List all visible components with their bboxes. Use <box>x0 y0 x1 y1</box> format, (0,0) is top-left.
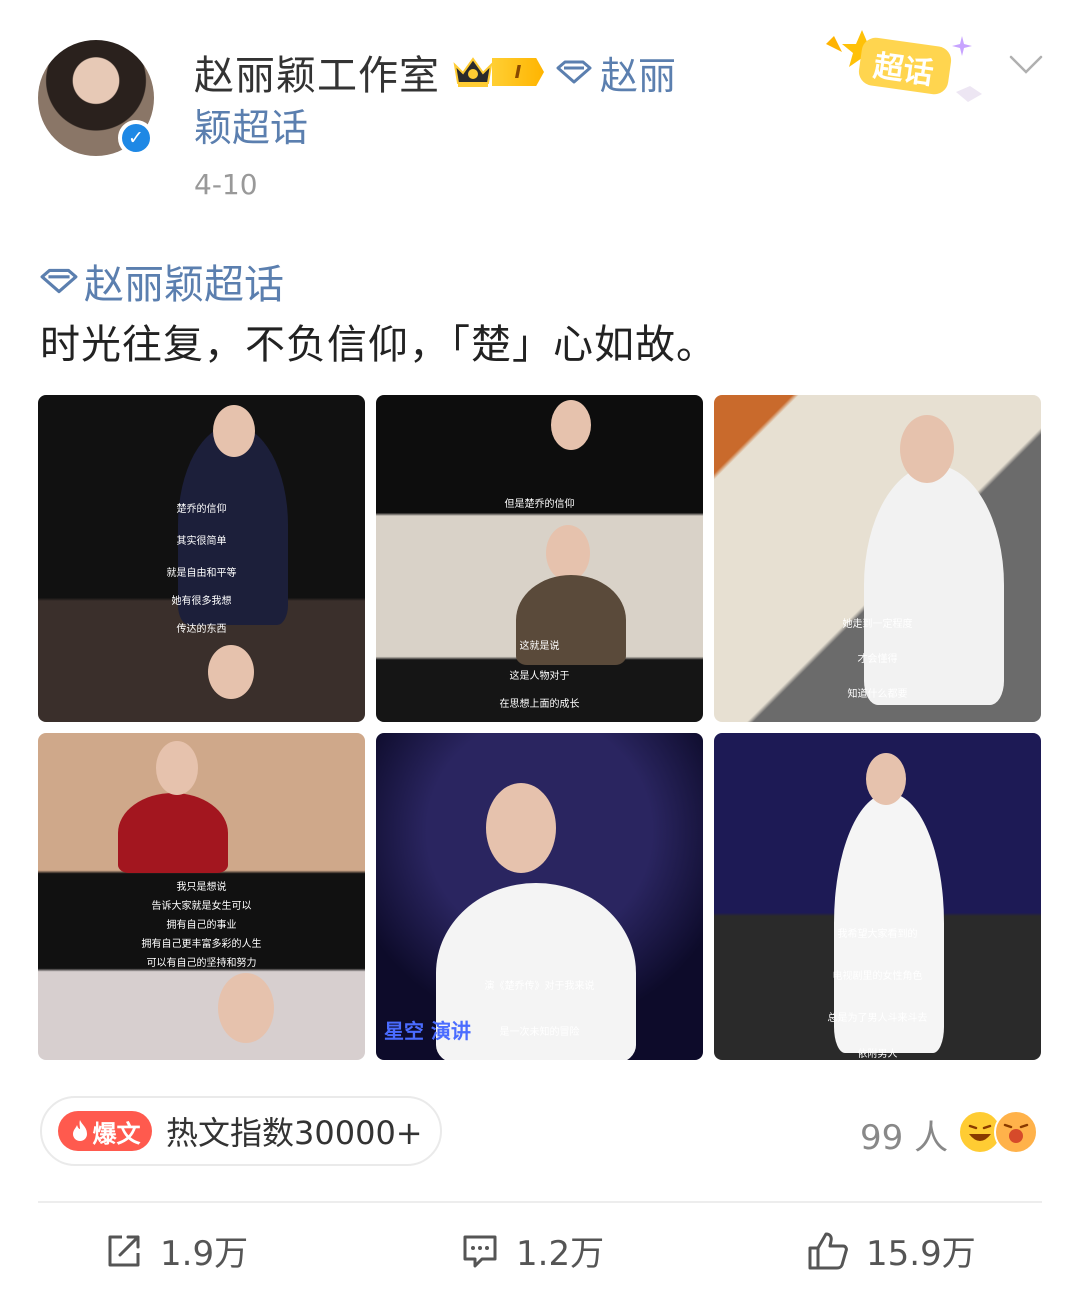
topic-tag-link[interactable]: 赵丽颖超话 <box>40 252 284 310</box>
post-image-3[interactable]: 她走到一定程度 才会懂得 知道什么都要 <box>714 395 1041 722</box>
subtitle-line: 才会懂得 <box>857 654 898 665</box>
subtitle-line: 拥有自己更丰富多彩的人生 <box>141 939 262 950</box>
supertopic-diamond-icon <box>40 268 78 294</box>
subtitle-line: 她走到一定程度 <box>842 619 913 630</box>
event-logo-text: 星空 演讲 <box>384 1019 471 1043</box>
supertopic-logo-icon[interactable]: 超话 <box>822 28 992 108</box>
forward-button[interactable]: 1.9万 <box>104 1226 248 1275</box>
subtitle-line: 在思想上面的成长 <box>499 699 580 710</box>
hot-badge-label: 爆文 <box>92 1119 141 1148</box>
subtitle-line: 电视剧里的女性角色 <box>832 971 923 982</box>
level-badge: I <box>492 58 544 86</box>
image-grid: 楚乔的信仰 其实很简单 就是自由和平等 她有很多我想 传达的东西 但是楚乔的信仰… <box>38 395 1042 1060</box>
subtitle-line: 但是楚乔的信仰 <box>504 499 575 510</box>
flame-icon <box>72 1120 87 1141</box>
post-image-2[interactable]: 但是楚乔的信仰 这就是说 这是人物对于 在思想上面的成长 <box>376 395 703 722</box>
topic-tag-text: 赵丽颖超话 <box>84 262 284 308</box>
hot-article-pill[interactable]: 爆文 热文指数30000+ <box>40 1096 442 1166</box>
subtitle-line: 就是自由和平等 <box>166 568 237 579</box>
verified-badge-icon: ✓ <box>118 120 154 156</box>
subtitle-line: 告诉大家就是女生可以 <box>151 901 252 912</box>
member-crown-badge[interactable]: I <box>452 55 544 89</box>
subtitle-line: 可以有自己的坚持和努力 <box>146 958 257 969</box>
comment-count: 1.2万 <box>516 1234 605 1274</box>
subtitle-line: 其实很简单 <box>176 536 227 547</box>
subtitle-line: 我希望大家看到的 <box>837 929 918 940</box>
subtitle-line: 她有很多我想 <box>171 596 232 607</box>
chevron-down-icon[interactable] <box>1008 52 1044 78</box>
supertopic-link-text: 赵丽 <box>600 53 677 98</box>
hot-index-text: 热文指数30000+ <box>166 1114 423 1152</box>
comment-button[interactable]: 1.2万 <box>460 1226 604 1275</box>
reaction-count[interactable]: 99 人 <box>860 1110 948 1159</box>
subtitle-line: 楚乔的信仰 <box>176 504 227 515</box>
share-icon <box>108 1235 140 1266</box>
post-image-1[interactable]: 楚乔的信仰 其实很简单 就是自由和平等 她有很多我想 传达的东西 <box>38 395 365 722</box>
subtitle-line: 这是人物对于 <box>509 671 570 682</box>
subtitle-line: 总是为了男人斗来斗去 <box>827 1013 928 1024</box>
author-name[interactable]: 赵丽颖工作室 <box>194 43 440 101</box>
post-header: 赵丽颖工作室 I 赵丽 颖超话 <box>194 45 714 157</box>
post-image-6[interactable]: 我希望大家看到的 电视剧里的女性角色 总是为了男人斗来斗去 依附男人 <box>714 733 1041 1060</box>
lol-emoji-icon <box>994 1110 1038 1154</box>
subtitle-line: 拥有自己的事业 <box>166 920 237 931</box>
thumbs-up-icon <box>808 1232 848 1269</box>
supertopic-link[interactable]: 赵丽 <box>556 45 676 100</box>
supertopic-diamond-icon <box>556 60 592 84</box>
subtitle-line: 传达的东西 <box>176 624 227 635</box>
crown-icon <box>453 57 493 87</box>
hot-badge: 爆文 <box>58 1111 152 1151</box>
like-count: 15.9万 <box>866 1234 976 1274</box>
subtitle-line: 我只是想说 <box>176 882 227 893</box>
reaction-emojis[interactable] <box>958 1108 1042 1156</box>
post-image-5[interactable]: 演《楚乔传》对于我来说 是一次未知的冒险 星空 演讲 <box>376 733 703 1060</box>
comment-icon <box>463 1235 497 1267</box>
post-image-4[interactable]: 我只是想说 告诉大家就是女生可以 拥有自己的事业 拥有自己更丰富多彩的人生 可以… <box>38 733 365 1060</box>
subtitle-line: 演《楚乔传》对于我来说 <box>484 981 595 992</box>
subtitle-line: 依附男人 <box>857 1049 898 1060</box>
subtitle-line: 知道什么都要 <box>847 689 908 700</box>
forward-count: 1.9万 <box>160 1234 249 1274</box>
supertopic-link-continued[interactable]: 颖超话 <box>194 99 714 157</box>
post-text: 时光往复，不负信仰，「楚」心如故。 <box>40 322 717 368</box>
divider <box>38 1201 1042 1203</box>
like-button[interactable]: 15.9万 <box>806 1226 976 1275</box>
post-date: 4-10 <box>194 168 258 201</box>
subtitle-line: 这就是说 <box>519 641 560 652</box>
